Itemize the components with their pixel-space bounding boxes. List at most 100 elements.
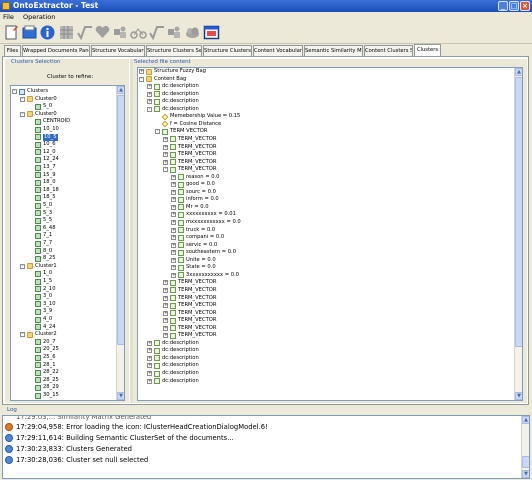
tree-row[interactable]: + TERM_VECTOR (138, 317, 522, 325)
scroll-down-arrow-icon[interactable]: ▼ (515, 392, 522, 400)
expand-icon[interactable]: + (163, 287, 168, 293)
tab-wrapped-documents-panel[interactable]: Wrapped Documents Panel (22, 45, 90, 56)
tree-row[interactable]: + dc:description (138, 355, 522, 363)
grid-icon[interactable] (58, 24, 75, 41)
expand-icon[interactable]: + (163, 295, 168, 301)
expand-icon[interactable]: + (163, 333, 168, 339)
tree-row[interactable]: 15_9 (11, 172, 124, 180)
tree-row[interactable]: - TERM_VECTOR (138, 166, 522, 174)
tree-row[interactable]: 6_48 (11, 225, 124, 233)
scroll-down-arrow-icon[interactable]: ▼ (522, 470, 529, 478)
tree-row[interactable]: 20_7 (11, 339, 124, 347)
log-scrollbar[interactable]: ▲ ▼ (521, 416, 529, 478)
expand-icon[interactable]: + (147, 378, 152, 384)
tree-row[interactable]: + TERM_VECTOR (138, 159, 522, 167)
expand-icon[interactable]: + (171, 204, 176, 210)
collapse-icon[interactable]: - (139, 76, 144, 82)
expand-icon[interactable]: + (171, 265, 176, 271)
tab-structure-clusters[interactable]: Structure Clusters (203, 45, 252, 56)
tree-row[interactable]: 20_25 (11, 346, 124, 354)
expand-icon[interactable]: + (163, 303, 168, 309)
expand-icon[interactable]: + (171, 197, 176, 203)
clusters-tree[interactable]: - Clusters - Cluster0 5_0- Cluster0 CENTROID 10… (10, 85, 125, 401)
tree-row[interactable]: 18_0 (11, 179, 124, 187)
maximize-button[interactable]: □ (509, 1, 519, 11)
tree-row[interactable]: + dc:description (138, 362, 522, 370)
tree-row[interactable]: CENTROID (11, 118, 124, 126)
tree-row[interactable]: - Cluster0 (11, 96, 124, 104)
scroll-up-arrow-icon[interactable]: ▲ (515, 68, 522, 76)
tree-row[interactable]: + dc:description (138, 91, 522, 99)
tree-row[interactable]: 8_0 (11, 248, 124, 256)
info-icon[interactable] (39, 24, 56, 41)
tree-row[interactable]: - Content Bag (138, 76, 522, 84)
scroll-down-arrow-icon[interactable]: ▼ (117, 392, 124, 400)
expand-icon[interactable]: + (163, 136, 168, 142)
tree-row[interactable]: 1_5 (11, 278, 124, 286)
menu-operation[interactable]: Operation (20, 12, 59, 22)
tree-row[interactable]: + Structure Fuzzy Bag (138, 68, 522, 76)
tree-row[interactable]: 4_24 (11, 324, 124, 332)
window-icon[interactable] (203, 24, 220, 41)
scroll-up-arrow-icon[interactable]: ▲ (522, 416, 529, 424)
tab-semantic-similarity-matrix[interactable]: Semantic Similarity Matrix (304, 45, 363, 56)
scroll-up-arrow-icon[interactable]: ▲ (117, 86, 124, 94)
tree-row[interactable]: + dc:description (138, 378, 522, 386)
expand-icon[interactable]: + (147, 91, 152, 97)
scroll-thumb[interactable] (117, 95, 124, 345)
expand-icon[interactable]: + (171, 189, 176, 195)
expand-icon[interactable]: + (171, 227, 176, 233)
tab-structure-vocabulary[interactable]: Structure Vocabulary (91, 45, 145, 56)
tree-row[interactable]: 10_5 (11, 133, 124, 142)
expand-icon[interactable]: + (147, 340, 152, 346)
collapse-icon[interactable]: - (147, 106, 152, 112)
tree-row[interactable]: 8_25 (11, 255, 124, 263)
tab-content-clusters-set[interactable]: Content Clusters Set (364, 45, 413, 56)
sqrt-icon[interactable] (148, 24, 165, 41)
tree-row[interactable]: 28_25 (11, 377, 124, 385)
tree-row[interactable]: + TERM_VECTOR (138, 302, 522, 310)
expand-icon[interactable]: + (163, 159, 168, 165)
tree-row[interactable]: 18_5 (11, 194, 124, 202)
expand-icon[interactable]: + (171, 235, 176, 241)
puzzle-icon[interactable] (166, 24, 183, 41)
tree-row[interactable]: + compani = 0.0 (138, 234, 522, 242)
tree-row[interactable]: + TERM_VECTOR (138, 332, 522, 340)
expand-icon[interactable]: + (163, 325, 168, 331)
new-document-icon[interactable] (3, 24, 20, 41)
tree-row[interactable]: f = Cosine Distance (138, 121, 522, 129)
tab-clusters[interactable]: Clusters (414, 44, 441, 56)
scroll-thumb[interactable] (522, 456, 529, 468)
expand-icon[interactable]: + (163, 144, 168, 150)
tree-row[interactable]: + good = 0.0 (138, 181, 522, 189)
tree-row[interactable]: + TERM_VECTOR (138, 310, 522, 318)
tree-row[interactable]: 10_10 (11, 126, 124, 134)
tree-row[interactable]: + TERM_VECTOR (138, 136, 522, 144)
tree-row[interactable]: 28_29 (11, 384, 124, 392)
tree-row[interactable]: 5_0 (11, 103, 124, 111)
tree-row[interactable]: + TERM_VECTOR (138, 144, 522, 152)
collapse-icon[interactable]: - (20, 96, 25, 102)
sqrt-icon[interactable] (76, 24, 93, 41)
expand-icon[interactable]: + (147, 99, 152, 105)
log-list[interactable]: 17:29:03,... Similarity Matrix Generated… (2, 415, 530, 479)
tree-row[interactable]: 12_0 (11, 149, 124, 157)
scroll-thumb[interactable] (515, 77, 522, 347)
expand-icon[interactable]: + (163, 152, 168, 158)
collapse-icon[interactable]: - (12, 89, 17, 94)
tree-row[interactable]: 13_7 (11, 164, 124, 172)
tree-row[interactable]: 28_22 (11, 369, 124, 377)
puzzle-icon[interactable] (112, 24, 129, 41)
tree-row[interactable]: 10_6 (11, 141, 124, 149)
tree-row[interactable]: + southeastern = 0.0 (138, 249, 522, 257)
collapse-icon[interactable]: - (163, 167, 168, 173)
collapse-icon[interactable]: - (20, 332, 25, 338)
expand-icon[interactable]: + (147, 348, 152, 354)
tree-row[interactable]: + mxxxxxxxxxxx = 0.0 (138, 219, 522, 227)
tree-row[interactable]: + Mr = 0.0 (138, 204, 522, 212)
tree-row[interactable]: Memebership Value = 0.15 (138, 113, 522, 121)
tree-row[interactable]: 7_7 (11, 240, 124, 248)
tree-row[interactable]: + Unite = 0.0 (138, 257, 522, 265)
tab-content-vocabulary[interactable]: Content Vocabulary (253, 45, 303, 56)
expand-icon[interactable]: + (171, 212, 176, 218)
